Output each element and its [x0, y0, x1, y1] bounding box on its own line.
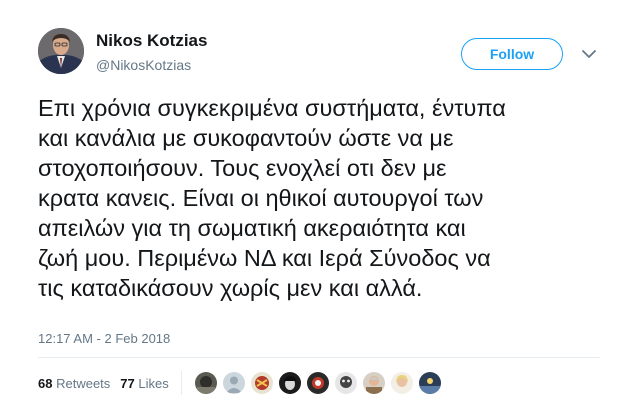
follow-button[interactable]: Follow [461, 38, 563, 70]
liker-avatars [195, 372, 441, 394]
tweet-text-line: κρατα κανεις. Είναι οι ηθικοί αυτουργοί … [38, 185, 484, 211]
tweet-text: Επι χρόνια συγκεκριμένα συστήματα, έντυπ… [38, 93, 618, 303]
tweet-text-line: στοχοποιήσουν. Τους ενοχλεί οτι δεν με [38, 155, 447, 181]
liker-avatar[interactable] [223, 372, 245, 394]
tweet-card: Nikos Kotzias @NikosKotzias Follow Επι χ… [0, 0, 636, 405]
author-handle[interactable]: @NikosKotzias [96, 57, 191, 73]
tweet-text-line: τις καταδικάσουν χωρίς μεν και αλλά. [38, 275, 423, 301]
retweets-label: Retweets [56, 376, 111, 391]
likes-stat[interactable]: 77 Likes [120, 376, 168, 391]
tweet-text-line: Επι χρόνια συγκεκριμένα συστήματα, έντυπ… [38, 95, 506, 121]
tweet-stats: 68 Retweets 77 Likes [38, 376, 169, 391]
tweet-text-line: και κανάλια με συκοφαντούν ώστε να με [38, 125, 454, 151]
author-avatar[interactable] [38, 28, 84, 74]
liker-avatar[interactable] [335, 372, 357, 394]
chevron-down-icon[interactable] [579, 44, 599, 64]
retweets-count: 68 [38, 376, 53, 391]
stats-separator [181, 371, 182, 395]
likes-count: 77 [120, 376, 135, 391]
divider [38, 357, 600, 358]
liker-avatar[interactable] [419, 372, 441, 394]
tweet-text-line: ζωή μου. Περιμένω ΝΔ και Ιερά Σύνοδος να [38, 245, 491, 271]
liker-avatar[interactable] [391, 372, 413, 394]
liker-avatar[interactable] [195, 372, 217, 394]
liker-avatar[interactable] [251, 372, 273, 394]
retweets-stat[interactable]: 68 Retweets [38, 376, 110, 391]
tweet-text-line: απειλών για τη σωματική ακεραιότητα και [38, 215, 466, 241]
tweet-timestamp[interactable]: 12:17 AM - 2 Feb 2018 [38, 331, 170, 346]
liker-avatar[interactable] [363, 372, 385, 394]
liker-avatar[interactable] [307, 372, 329, 394]
author-name[interactable]: Nikos Kotzias [96, 31, 207, 51]
likes-label: Likes [138, 376, 169, 391]
liker-avatar[interactable] [279, 372, 301, 394]
